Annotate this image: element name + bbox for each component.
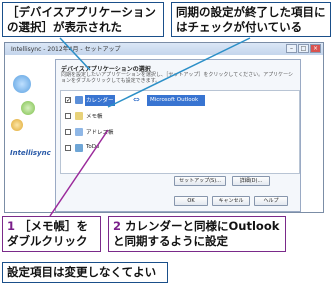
brand-pane: Intellisync	[5, 55, 51, 212]
list-item-address-book[interactable]: アドレス帳	[65, 127, 293, 138]
maximize-icon[interactable]: □	[298, 44, 309, 53]
step-number: 1	[7, 219, 16, 233]
callout-text: 同期の設定が終了した項目にはチェックが付いている	[176, 5, 326, 34]
callout-text: ［デバイスアプリケーションの選択］が表示された	[7, 5, 156, 34]
step-number: 2	[113, 219, 122, 233]
brand-logo: Intellisync	[10, 149, 51, 157]
sync-arrow-icon: ⇔	[133, 95, 140, 104]
device-app-dialog: デバイスアプリケーションの選択 同期を設定したいアプリケーションを選択し、［セッ…	[55, 59, 301, 212]
item-label: ToDo	[86, 144, 100, 150]
todo-icon	[75, 144, 83, 152]
step-text: カレンダーと同様にOutlookと同期するように設定	[113, 219, 280, 248]
callout-step-2: 2 カレンダーと同様にOutlookと同期するように設定	[108, 216, 286, 252]
callout-step-1: 1 ［メモ帳］をダブルクリック	[2, 216, 101, 252]
address-book-icon	[75, 128, 83, 136]
item-label: メモ帳	[86, 114, 103, 120]
cancel-button[interactable]: キャンセル	[212, 196, 250, 206]
item-label: アドレス帳	[86, 130, 114, 136]
minimize-icon[interactable]: –	[286, 44, 297, 53]
details-button[interactable]: 詳細(D)...	[232, 176, 270, 186]
address-book-checkbox[interactable]	[65, 129, 71, 135]
list-item-calendar[interactable]: ✓ カレンダー ⇔ Microsoft Outlook	[65, 95, 293, 106]
notepad-icon	[75, 112, 83, 120]
callout-note: 設定項目は変更しなくてよい	[2, 262, 168, 283]
calendar-checkbox[interactable]: ✓	[65, 97, 71, 104]
help-button[interactable]: ヘルプ	[254, 196, 288, 206]
close-icon[interactable]: ×	[310, 44, 321, 53]
list-item-memo[interactable]: メモ帳	[65, 111, 293, 122]
globe-icon	[13, 75, 31, 93]
calendar-icon	[75, 96, 83, 104]
step-text: ［メモ帳］をダブルクリック	[7, 219, 89, 248]
dialog-description: 同期を設定したいアプリケーションを選択し、［セットアップ］をクリックしてください…	[61, 72, 294, 84]
leaf-icon	[21, 101, 35, 115]
ok-button[interactable]: OK	[174, 196, 208, 206]
list-item-todo[interactable]: ToDo	[65, 143, 293, 154]
callout-dialog-shown: ［デバイスアプリケーションの選択］が表示された	[2, 2, 164, 37]
window-client: Intellisync デバイスアプリケーションの選択 同期を設定したいアプリケ…	[5, 55, 323, 212]
callout-checked-items: 同期の設定が終了した項目にはチェックが付いている	[171, 2, 331, 37]
item-label: カレンダー	[86, 98, 114, 104]
setup-button[interactable]: セットアップ(S)...	[174, 176, 226, 186]
sync-target[interactable]: Microsoft Outlook	[147, 95, 205, 106]
todo-checkbox[interactable]	[65, 145, 71, 151]
note-text: 設定項目は変更しなくてよい	[7, 265, 157, 279]
app-window: Intellisync - 2012年4月 - セットアップ – □ × Int…	[4, 42, 324, 213]
window-title: Intellisync - 2012年4月 - セットアップ	[11, 46, 121, 53]
window-titlebar: Intellisync - 2012年4月 - セットアップ – □ ×	[5, 43, 323, 55]
application-list: ✓ カレンダー ⇔ Microsoft Outlook メモ帳 アドレス帳 To…	[60, 90, 300, 174]
memo-checkbox[interactable]	[65, 113, 71, 119]
sun-icon	[11, 119, 23, 131]
